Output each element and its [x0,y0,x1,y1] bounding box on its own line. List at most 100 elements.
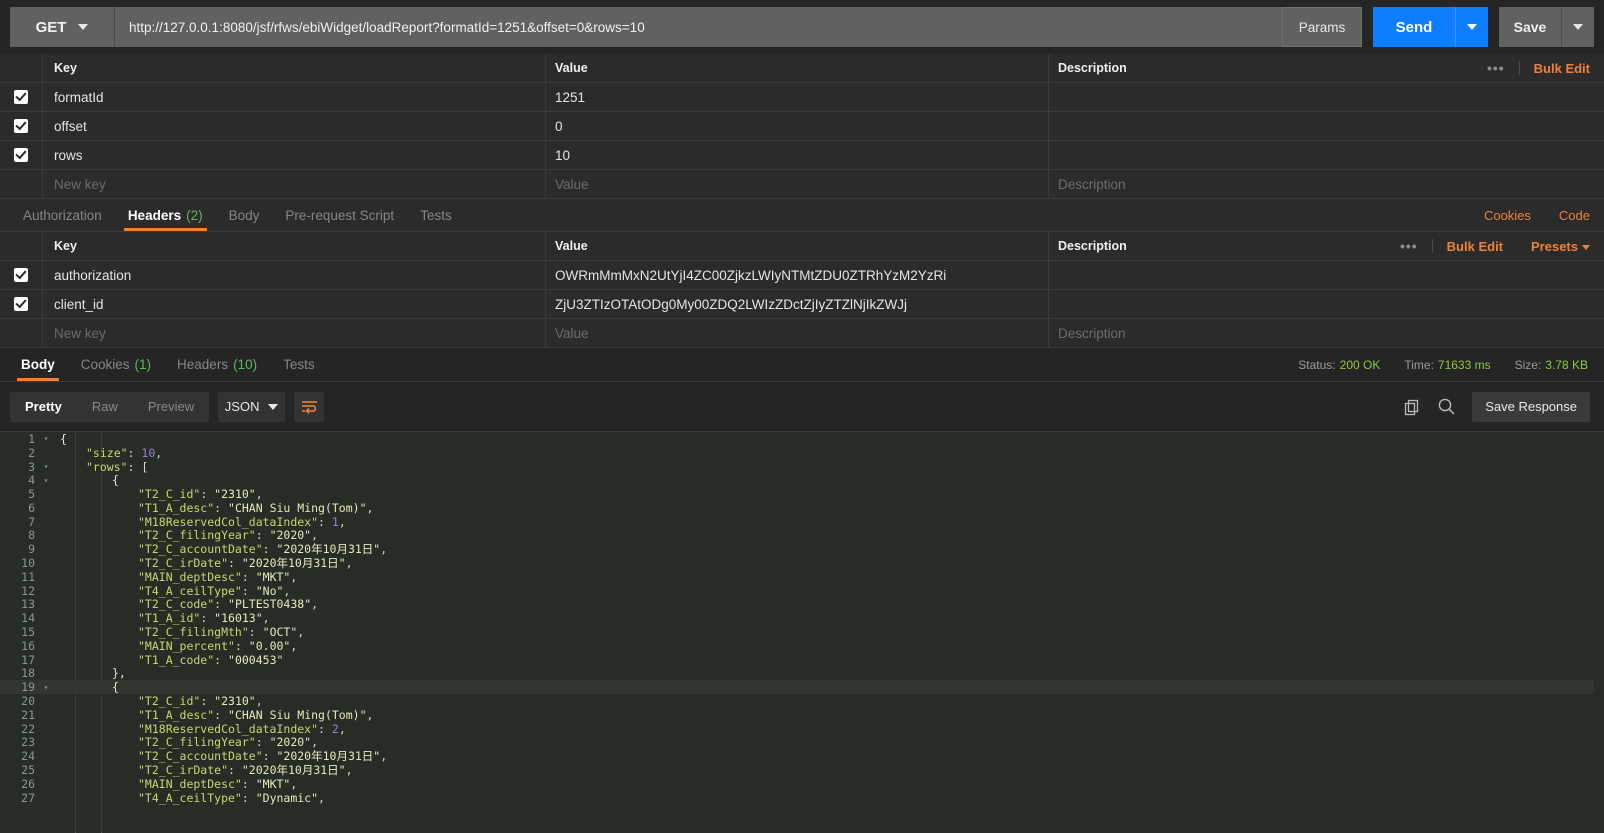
params-new-value-input[interactable]: Value [546,170,1049,198]
code-line: 17 "T1_A_code": "000453" [0,653,1604,667]
headers-row-value[interactable]: OWRmMmMxN2UtYjI4ZC00ZjkzLWIyNTMtZDU0ZTRh… [546,261,1049,289]
table-row[interactable]: client_id ZjU3ZTIzOTAtODg0My00ZDQ2LWIzZD… [0,290,1604,319]
params-row-description[interactable] [1049,83,1604,111]
params-row-description[interactable] [1049,112,1604,140]
status-label: Status: [1298,357,1336,372]
tab-body[interactable]: Body [216,199,273,231]
headers-row-value[interactable]: ZjU3ZTIzOTAtODg0My00ZDQ2LWIzZDctZjIyZTZl… [546,290,1049,318]
params-button[interactable]: Params [1282,7,1362,47]
response-format-label: JSON [224,399,260,414]
view-mode-raw[interactable]: Raw [77,392,133,422]
params-row-checkbox[interactable] [14,119,28,133]
line-number: 20 [21,694,35,709]
params-row-key[interactable]: rows [43,141,546,169]
response-tab-headers[interactable]: Headers (10) [164,348,270,381]
headers-new-row[interactable]: New key Value Description [0,319,1604,348]
fold-toggle-icon[interactable]: ▾ [40,683,52,692]
view-mode-preview[interactable]: Preview [133,392,209,422]
code-line-text: }, [112,666,126,681]
cookies-link[interactable]: Cookies [1470,208,1545,223]
headers-row-checkbox[interactable] [14,268,28,282]
tab-authorization[interactable]: Authorization [10,199,115,231]
params-row-key[interactable]: formatId [43,83,546,111]
params-row-value[interactable]: 1251 [546,83,1049,111]
params-new-description-input[interactable]: Description [1049,170,1604,198]
view-mode-pretty[interactable]: Pretty [10,392,77,422]
line-number: 18 [21,666,35,681]
send-button[interactable]: Send [1373,7,1455,47]
chevron-down-icon [1582,244,1590,250]
request-url-input[interactable] [115,7,1282,47]
code-line: 18}, [0,666,1604,681]
response-body-viewer[interactable]: 1 ▾ {2 "size": 10, 3 ▾ "rows": [4 ▾ {5 "T2_C_id":… [0,431,1604,833]
params-row-checkbox-cell [0,83,43,111]
fold-toggle-icon[interactable]: ▾ [40,476,52,485]
headers-table-header: Key Value Description ••• Bulk Edit Pres… [0,232,1604,261]
code-line: 4 ▾ { [0,473,1604,487]
code-line-text: "MAIN_deptDesc": "MKT", [138,569,298,584]
headers-presets-dropdown[interactable]: Presets [1517,239,1590,254]
headers-new-key-input[interactable]: New key [43,319,546,347]
params-row-value[interactable]: 0 [546,112,1049,140]
headers-new-description-input[interactable]: Description [1049,319,1604,347]
fold-toggle-icon[interactable]: ▾ [40,434,52,443]
params-row-description[interactable] [1049,141,1604,169]
table-row[interactable]: offset 0 [0,112,1604,141]
response-format-selector[interactable]: JSON [218,391,286,422]
response-toolbar: Pretty Raw Preview JSON Save Response [0,382,1604,431]
copy-button[interactable] [1403,398,1421,416]
code-link[interactable]: Code [1545,208,1590,223]
tab-headers[interactable]: Headers (2) [115,199,216,231]
time-value: 71633 ms [1437,357,1491,372]
code-line-text: { [112,473,119,488]
response-tab-tests[interactable]: Tests [270,348,328,381]
send-options-button[interactable] [1455,7,1488,47]
params-new-key-input[interactable]: New key [43,170,546,198]
headers-more-options-icon[interactable]: ••• [1386,239,1433,253]
line-number: 9 [28,542,35,557]
save-options-button[interactable] [1561,7,1594,47]
save-response-button[interactable]: Save Response [1472,391,1590,422]
response-tabs: Body Cookies (1) Headers (10) Tests Stat… [0,348,1604,382]
line-number: 25 [21,763,35,778]
code-line: 26 "MAIN_deptDesc": "MKT", [0,777,1604,791]
table-row[interactable]: formatId 1251 [0,83,1604,112]
params-new-row[interactable]: New key Value Description [0,170,1604,199]
request-tabs: Authorization Headers (2) Body Pre-reque… [0,199,1604,232]
table-row[interactable]: authorization OWRmMmMxN2UtYjI4ZC00ZjkzLW… [0,261,1604,290]
code-line: 6 "T1_A_desc": "CHAN Siu Ming(Tom)", [0,501,1604,515]
headers-row-key[interactable]: authorization [43,261,546,289]
table-row[interactable]: rows 10 [0,141,1604,170]
code-line: 5 "T2_C_id": "2310", [0,487,1604,501]
request-tabs-right-links: Cookies Code [1470,199,1604,231]
headers-row-key[interactable]: client_id [43,290,546,318]
search-button[interactable] [1437,397,1456,416]
params-header-key: Key [43,54,546,82]
params-bulk-edit-link[interactable]: Bulk Edit [1520,61,1590,76]
headers-row-checkbox[interactable] [14,297,28,311]
code-line-text: "size": 10, [86,445,163,460]
http-method-selector[interactable]: GET [10,7,115,47]
params-more-options-icon[interactable]: ••• [1473,61,1520,75]
code-line: 20 "T2_C_id": "2310", [0,694,1604,708]
headers-header-key: Key [43,232,546,260]
params-header-description: Description [1058,61,1127,75]
params-row-checkbox[interactable] [14,148,28,162]
headers-bulk-edit-link[interactable]: Bulk Edit [1433,239,1517,254]
params-row-key[interactable]: offset [43,112,546,140]
code-line-text: "T4_A_ceilType": "Dynamic", [138,790,325,805]
tab-pre-request-script[interactable]: Pre-request Script [272,199,407,231]
tab-tests[interactable]: Tests [407,199,465,231]
save-button[interactable]: Save [1499,7,1561,47]
headers-row-description[interactable] [1049,290,1604,318]
word-wrap-toggle[interactable] [294,391,325,422]
headers-row-description[interactable] [1049,261,1604,289]
params-row-value[interactable]: 10 [546,141,1049,169]
response-tab-body[interactable]: Body [8,348,68,381]
headers-new-value-input[interactable]: Value [546,319,1049,347]
response-scrollbar[interactable] [1594,432,1604,833]
params-row-checkbox[interactable] [14,90,28,104]
fold-toggle-icon[interactable]: ▾ [40,462,52,471]
response-tab-cookies[interactable]: Cookies (1) [68,348,164,381]
response-tab-headers-count: (10) [233,357,258,372]
